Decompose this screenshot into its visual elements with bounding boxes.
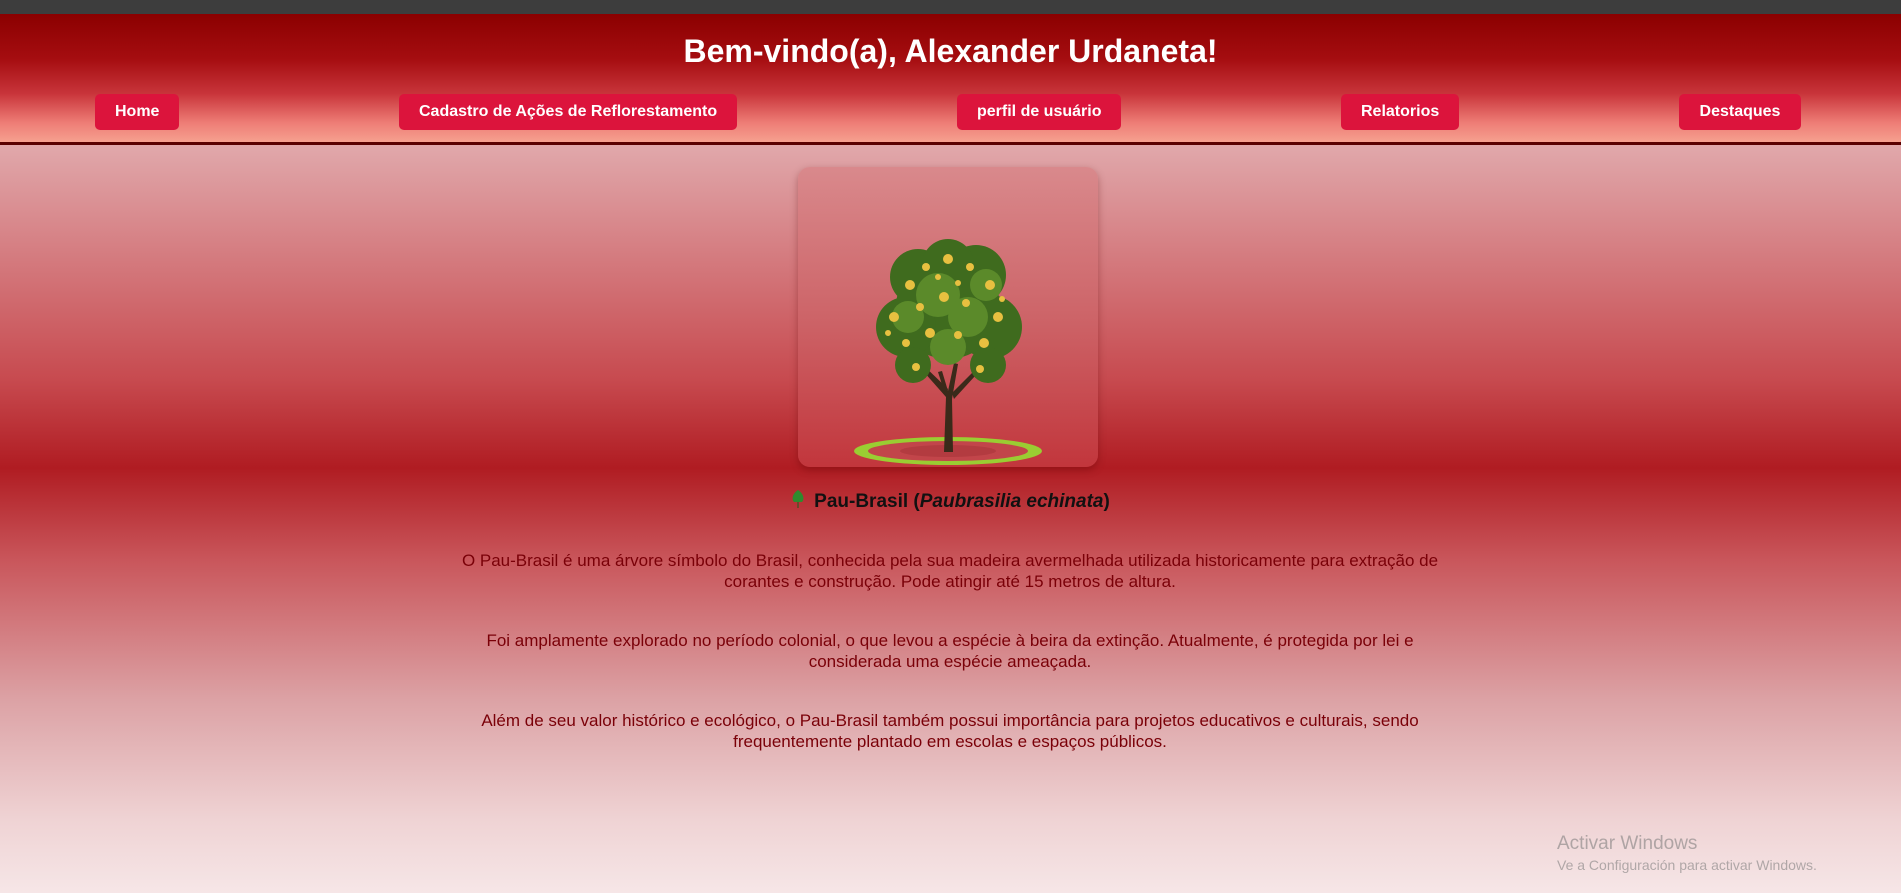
browser-top-strip bbox=[0, 0, 1901, 14]
watermark-subtitle: Ve a Configuración para activar Windows. bbox=[1557, 857, 1817, 873]
tree-icon bbox=[792, 490, 804, 508]
watermark-title: Activar Windows bbox=[1557, 833, 1698, 854]
species-title: Pau-Brasil (Paubrasilia echinata) bbox=[0, 490, 1901, 513]
nav-home-button[interactable]: Home bbox=[95, 94, 179, 130]
description-paragraph: O Pau-Brasil é uma árvore símbolo do Bra… bbox=[461, 551, 1439, 591]
nav-perfil-button[interactable]: perfil de usuário bbox=[957, 94, 1121, 130]
tree-image-card bbox=[798, 167, 1098, 467]
importance-paragraph: Além de seu valor histórico e ecológico,… bbox=[481, 711, 1419, 751]
pau-brasil-tree-image bbox=[854, 239, 1042, 465]
species-open-paren: ( bbox=[908, 491, 920, 512]
welcome-title: Bem-vindo(a), Alexander Urdaneta! bbox=[683, 33, 1218, 69]
species-common-name: Pau-Brasil bbox=[814, 491, 909, 512]
page-header: Bem-vindo(a), Alexander Urdaneta! Home C… bbox=[0, 14, 1901, 145]
species-scientific-name: Paubrasilia echinata bbox=[919, 491, 1104, 512]
nav-relatorios-button[interactable]: Relatorios bbox=[1341, 94, 1459, 130]
windows-activation-watermark: Activar Windows Ve a Configuración para … bbox=[1557, 832, 1817, 874]
nav-destaques-button[interactable]: Destaques bbox=[1679, 94, 1801, 130]
nav-cadastro-button[interactable]: Cadastro de Ações de Reflorestamento bbox=[399, 94, 737, 130]
history-paragraph: Foi amplamente explorado no período colo… bbox=[486, 631, 1414, 671]
species-close-paren: ) bbox=[1103, 491, 1110, 512]
